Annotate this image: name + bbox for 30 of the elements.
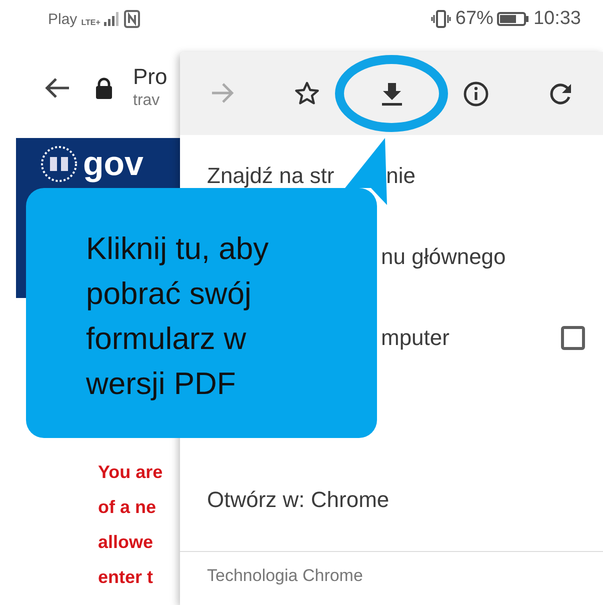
carrier-name: Play bbox=[48, 10, 78, 28]
seal-icon bbox=[41, 146, 77, 182]
warning-text: enter t bbox=[98, 566, 154, 589]
menu-item[interactable]: nie bbox=[386, 162, 585, 188]
page-url: trav bbox=[133, 91, 161, 111]
info-icon bbox=[463, 80, 490, 106]
menu-item[interactable]: Znajdź na str bbox=[207, 162, 334, 188]
menu-item[interactable]: Otwórz w: Chrome bbox=[207, 486, 585, 512]
battery-icon bbox=[497, 11, 530, 27]
reload-icon bbox=[548, 80, 574, 106]
lock-icon bbox=[95, 77, 113, 99]
clock-time: 10:33 bbox=[533, 8, 581, 30]
warning-text: of a ne bbox=[98, 496, 156, 519]
page-title: Pro bbox=[133, 64, 168, 90]
battery-percent: 67% bbox=[455, 8, 494, 30]
vibrate-icon bbox=[431, 10, 452, 28]
network-type: LTE+ bbox=[81, 18, 100, 27]
menu-item[interactable]: mputer bbox=[381, 324, 561, 350]
checkbox[interactable] bbox=[561, 326, 585, 350]
footer-text: Technologia Chrome bbox=[206, 565, 364, 586]
warning-text: allowe bbox=[98, 531, 154, 554]
download-button[interactable] bbox=[335, 55, 448, 132]
warning-text: You are bbox=[98, 461, 163, 484]
nfc-icon bbox=[124, 10, 140, 28]
back-icon[interactable] bbox=[43, 76, 71, 100]
logo-text: gov bbox=[83, 146, 144, 182]
signal-icon bbox=[104, 12, 120, 26]
star-icon bbox=[294, 80, 320, 106]
menu-item[interactable]: nu głównego bbox=[381, 244, 585, 270]
callout-text: Kliknij tu, aby pobrać swój formularz w wersji PDF bbox=[86, 230, 270, 403]
